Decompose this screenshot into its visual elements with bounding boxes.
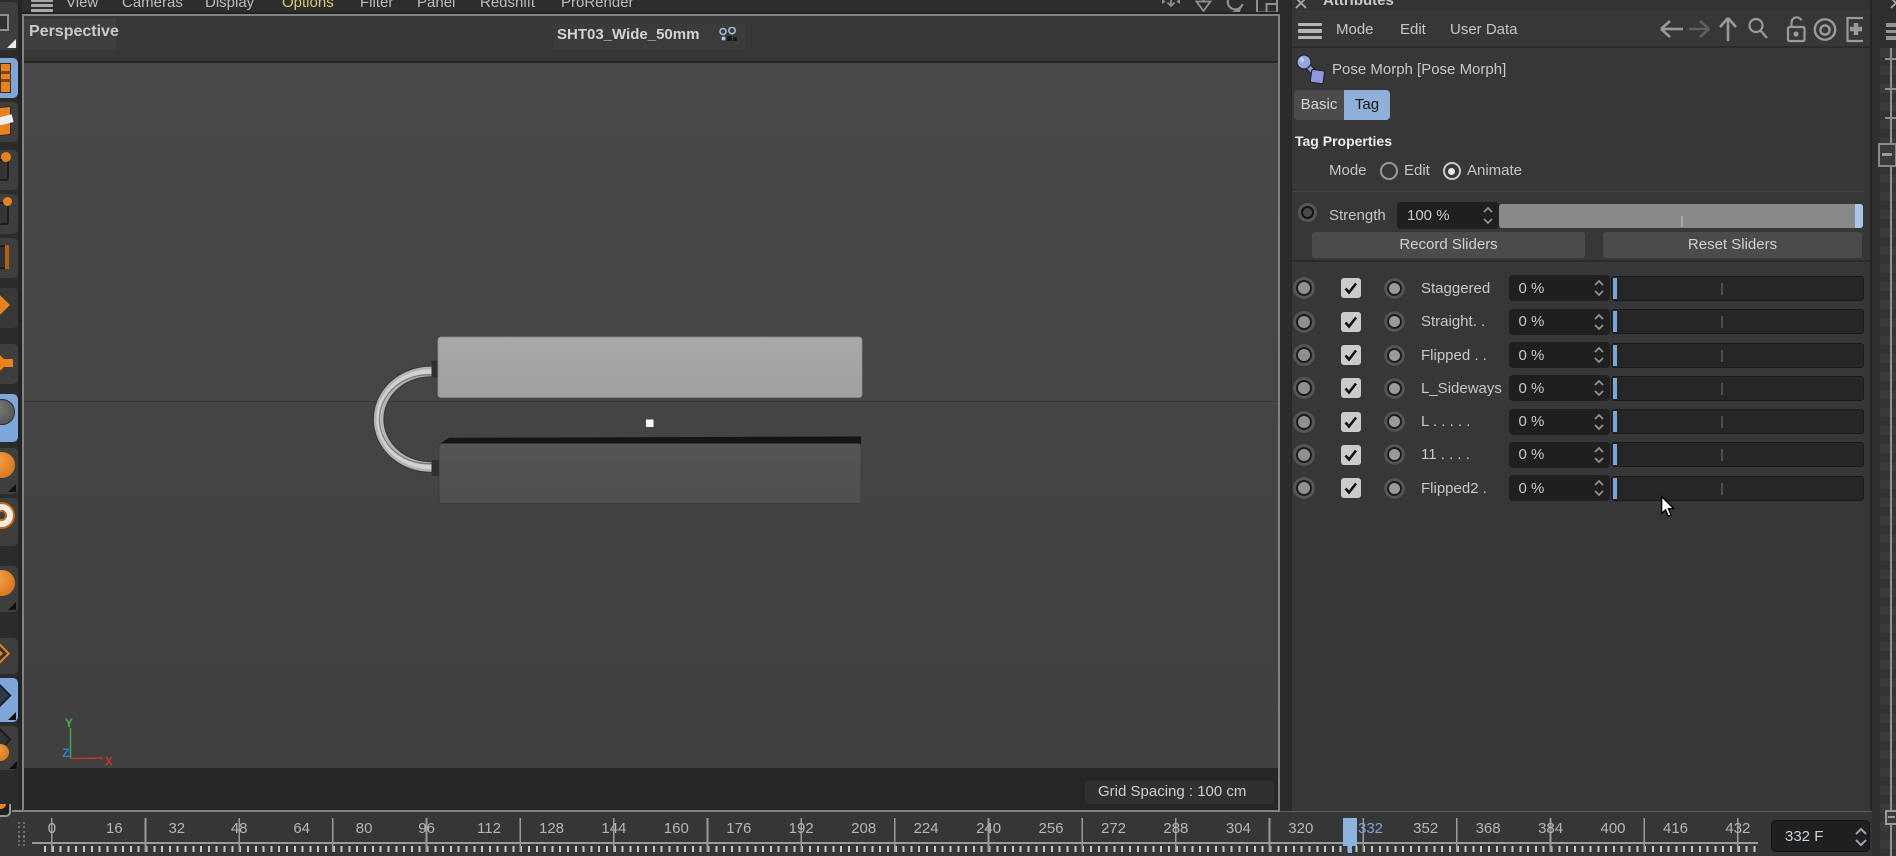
svg-text:Y: Y (65, 716, 73, 731)
svg-text:X: X (105, 755, 113, 769)
svg-text:Z: Z (62, 746, 70, 761)
